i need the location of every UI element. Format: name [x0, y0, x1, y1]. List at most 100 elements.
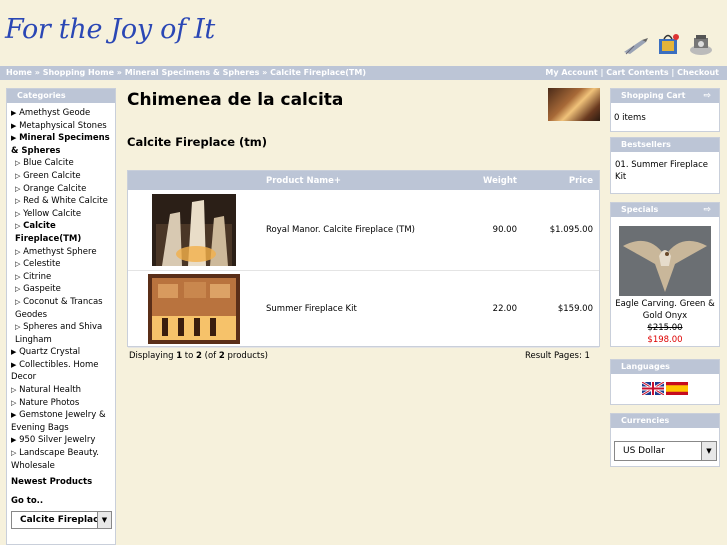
category-label: Red & White Calcite: [23, 196, 108, 207]
category-label: Amethyst Sphere: [23, 246, 97, 257]
cash-register-icon[interactable]: [688, 32, 714, 56]
product-name-link[interactable]: Summer Fireplace Kit: [260, 270, 459, 348]
category-label: Natural Health: [19, 385, 82, 396]
product-listing-header: Product Name+ Weight Price: [128, 171, 599, 190]
category-item[interactable]: ▷ Spheres and Shiva Lingham: [11, 321, 111, 346]
english-flag-icon[interactable]: [640, 380, 665, 397]
triangle-filled-icon: ▶: [11, 436, 17, 445]
breadcrumb-home[interactable]: Home: [6, 68, 32, 77]
category-item[interactable]: ▷ Green Calcite: [11, 170, 111, 183]
breadcrumb-shopping-home[interactable]: Shopping Home: [43, 68, 114, 77]
category-label: Orange Calcite: [23, 183, 87, 194]
nav-bar: Home » Shopping Home » Mineral Specimens…: [0, 66, 727, 80]
category-item[interactable]: ▶ 950 Silver Jewelry: [11, 434, 111, 447]
category-item[interactable]: ▷ Natural Health: [11, 384, 111, 397]
categories-box: Categories ▶ Amethyst Geode ▶ Metaphysica…: [6, 88, 116, 545]
specials-title[interactable]: Specials ⇨: [611, 203, 719, 217]
category-item[interactable]: ▷ Amethyst Sphere: [11, 246, 111, 259]
categories-title: Categories: [7, 89, 115, 103]
breadcrumb-calcite-fireplace[interactable]: Calcite Fireplace(TM): [270, 68, 366, 77]
category-label: Metaphysical Stones: [19, 120, 107, 131]
product-name-link[interactable]: Royal Manor. Calcite Fireplace (TM): [260, 190, 459, 271]
category-item[interactable]: ▷ Citrine: [11, 271, 111, 284]
product-image-cell: [128, 270, 260, 348]
displaying-suffix: (of: [201, 351, 219, 361]
category-label: Quartz Crystal: [19, 347, 81, 358]
weight-header[interactable]: Weight: [459, 171, 523, 190]
link-separator: |: [668, 68, 678, 77]
chevron-down-icon[interactable]: ▼: [97, 512, 111, 529]
arrow-right-icon[interactable]: ⇨: [703, 203, 711, 217]
triangle-outline-icon: ▷: [15, 222, 21, 231]
category-item[interactable]: ▶ Metaphysical Stones: [11, 120, 111, 133]
triangle-outline-icon: ▷: [15, 184, 21, 193]
category-label: Yellow Calcite: [23, 208, 82, 219]
shopping-bag-icon[interactable]: [656, 32, 682, 56]
arrow-right-icon[interactable]: ⇨: [703, 89, 711, 103]
category-label: Spheres and Shiva Lingham: [15, 322, 103, 345]
pen-icon[interactable]: [622, 36, 650, 56]
price-header[interactable]: Price: [523, 171, 599, 190]
triangle-filled-icon: ▶: [11, 411, 17, 420]
category-item[interactable]: ▷ Coconut & Trancas Geodes: [11, 296, 111, 321]
category-item[interactable]: ▶ Gemstone Jewelry & Evening Bags: [11, 409, 111, 434]
header-links: My Account | Cart Contents | Checkout: [545, 66, 719, 80]
currency-selected-value: US Dollar: [623, 446, 665, 456]
product-name-header[interactable]: Product Name+: [260, 171, 459, 190]
category-item[interactable]: ▶ Mineral Specimens & Spheres: [11, 132, 111, 157]
cart-contents-link[interactable]: Cart Contents: [606, 68, 668, 77]
currency-select[interactable]: US Dollar ▼: [614, 441, 717, 461]
category-item[interactable]: ▷ Celestite: [11, 258, 111, 271]
category-item[interactable]: ▷ Landscape Beauty. Wholesale: [11, 447, 111, 472]
my-account-link[interactable]: My Account: [545, 68, 597, 77]
category-item[interactable]: ▷ Gaspeite: [11, 283, 111, 296]
fireplace-sculpture-photo[interactable]: [152, 193, 236, 266]
category-item[interactable]: ▷ Yellow Calcite: [11, 208, 111, 221]
category-subtitle: Calcite Fireplace (tm): [127, 135, 268, 149]
category-item[interactable]: ▷ Blue Calcite: [11, 157, 111, 170]
site-logo[interactable]: For the Joy of It: [5, 14, 215, 45]
category-heading-image: [548, 88, 600, 121]
triangle-filled-icon: ▶: [11, 360, 17, 369]
category-item[interactable]: ▶ Quartz Crystal: [11, 346, 111, 359]
checkout-link[interactable]: Checkout: [677, 68, 719, 77]
eagle-carving-photo[interactable]: [619, 226, 711, 296]
triangle-filled-icon: ▶: [11, 109, 17, 117]
spanish-flag-icon[interactable]: [666, 382, 689, 395]
triangle-outline-icon: ▷: [15, 247, 21, 256]
category-label: Nature Photos: [19, 397, 80, 408]
category-item[interactable]: ▷ Nature Photos: [11, 397, 111, 410]
shopping-cart-box: Shopping Cart ⇨ 0 items: [610, 88, 720, 132]
table-row: Summer Fireplace Kit 22.00 $159.00: [128, 270, 599, 348]
link-separator: |: [597, 68, 607, 77]
result-pages[interactable]: Result Pages: 1: [525, 351, 590, 361]
triangle-outline-icon: ▷: [15, 171, 21, 180]
shopping-cart-title[interactable]: Shopping Cart ⇨: [611, 89, 719, 103]
category-item[interactable]: ▶ Collectibles. Home Decor: [11, 359, 111, 384]
newest-products-link[interactable]: Newest Products: [11, 476, 111, 489]
category-item[interactable]: ▶ Amethyst Geode: [11, 107, 111, 120]
category-item[interactable]: ▷ Red & White Calcite: [11, 195, 111, 208]
category-item[interactable]: ▷ Orange Calcite: [11, 183, 111, 196]
category-label: Celestite: [23, 259, 61, 270]
triangle-outline-icon: ▷: [11, 386, 17, 395]
special-product-name[interactable]: Eagle Carving. Green & Gold Onyx: [611, 298, 719, 322]
category-label: Green Calcite: [23, 170, 81, 181]
category-label: Gemstone Jewelry & Evening Bags: [11, 410, 106, 433]
triangle-filled-icon: ▶: [11, 134, 17, 143]
displaying-end: products): [224, 351, 268, 361]
table-row: Royal Manor. Calcite Fireplace (TM) 90.0…: [128, 190, 599, 271]
chevron-down-icon[interactable]: ▼: [701, 442, 716, 460]
breadcrumb: Home » Shopping Home » Mineral Specimens…: [6, 66, 366, 80]
product-price: $159.00: [523, 270, 599, 348]
triangle-filled-icon: ▶: [11, 121, 17, 130]
category-label: Landscape Beauty. Wholesale: [11, 448, 99, 471]
specials-box: Specials ⇨ Eagle Carving. Green & Gold On…: [610, 202, 720, 347]
goto-category-select[interactable]: Calcite Fireplace ▼: [11, 511, 112, 530]
product-weight: 22.00: [459, 270, 523, 348]
breadcrumb-mineral-specimens[interactable]: Mineral Specimens & Spheres: [125, 68, 260, 77]
category-item[interactable]: ▷ Calcite Fireplace(TM): [11, 220, 111, 245]
bestseller-item[interactable]: 01. Summer Fireplace Kit: [611, 152, 719, 183]
fireplace-kit-photo[interactable]: [148, 273, 240, 344]
breadcrumb-separator: »: [31, 68, 43, 77]
